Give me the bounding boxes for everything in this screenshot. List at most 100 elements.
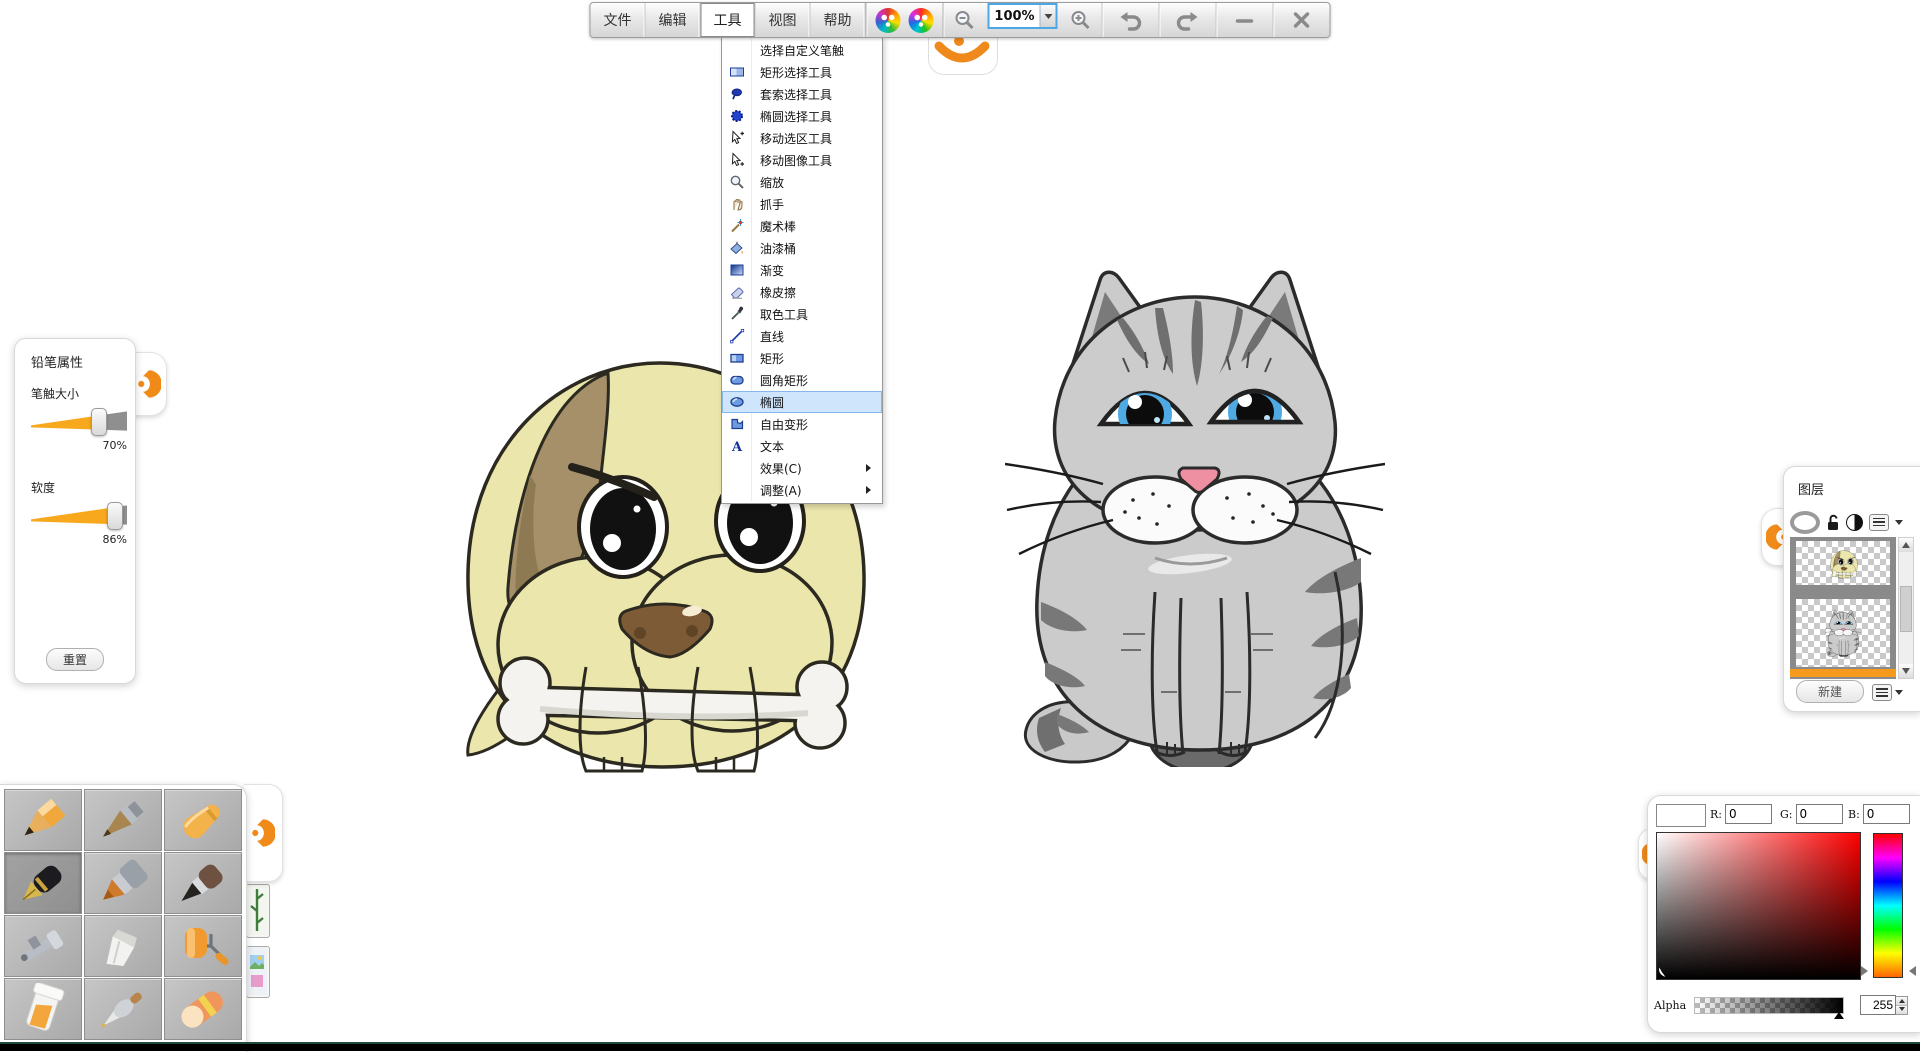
menu-button-tools[interactable]: 工具	[701, 3, 756, 37]
menu-button-file[interactable]: 文件	[591, 3, 646, 37]
brush-crayon[interactable]	[164, 789, 242, 851]
blue-input[interactable]	[1863, 804, 1910, 824]
zoom-in-button[interactable]	[1060, 3, 1102, 37]
menu-item-label: 矩形选择工具	[751, 64, 832, 81]
new-layer-button[interactable]: 新建	[1796, 680, 1864, 703]
menu-item-hand[interactable]: 抓手	[722, 193, 882, 215]
layers-menu-button[interactable]	[1872, 684, 1892, 701]
alpha-marker[interactable]	[1834, 1007, 1844, 1019]
hue-marker-right[interactable]	[1904, 966, 1916, 976]
layer-scrollbar[interactable]	[1898, 537, 1914, 679]
panel-handle[interactable]	[132, 352, 167, 416]
chevron-down-icon[interactable]	[1895, 520, 1903, 529]
hue-strip[interactable]	[1873, 833, 1903, 978]
brush-paint-roller[interactable]	[164, 915, 242, 977]
menu-item-move-image[interactable]: 移动图像工具	[722, 149, 882, 171]
saturation-value-square[interactable]	[1656, 832, 1861, 980]
undo-button[interactable]	[1102, 3, 1159, 37]
menu-item-color-picker[interactable]: 取色工具	[722, 303, 882, 325]
current-color-swatch[interactable]	[1656, 804, 1706, 827]
close-button[interactable]	[1273, 3, 1330, 37]
menu-item-adjust[interactable]: 调整(A)	[722, 479, 882, 501]
crayon-icon	[171, 794, 235, 846]
menu-item-eraser[interactable]: 橡皮擦	[722, 281, 882, 303]
opacity-icon[interactable]	[1846, 514, 1863, 531]
green-input[interactable]	[1796, 804, 1843, 824]
brush-eraser[interactable]	[164, 978, 242, 1040]
gradient-icon	[722, 262, 751, 278]
layers-panel: 图层 新建	[1783, 466, 1920, 712]
menu-item-rect-select[interactable]: 矩形选择工具	[722, 61, 882, 83]
brush-wood-pencil[interactable]	[84, 789, 162, 851]
layer-blend-menu-button[interactable]	[1869, 514, 1889, 531]
menu-item-gradient[interactable]: 渐变	[722, 259, 882, 281]
panel-handle[interactable]	[244, 784, 283, 882]
zoom-level-combobox[interactable]: 100%	[988, 3, 1058, 29]
menu-item-paint-bucket[interactable]: 油漆桶	[722, 237, 882, 259]
color-wheel-icon[interactable]	[909, 8, 934, 33]
zoom-level-value: 100%	[990, 9, 1040, 24]
menu-button-edit[interactable]: 编辑	[646, 3, 701, 37]
menu-item-custom-brush[interactable]: 选择自定义笔触	[722, 39, 882, 61]
brush-paint-tube[interactable]	[4, 978, 82, 1040]
lock-icon[interactable]	[1826, 514, 1840, 531]
magnifier-icon	[722, 174, 751, 190]
brush-picker-panel	[0, 784, 247, 1052]
brush-paint-brush[interactable]	[84, 852, 162, 914]
spinner-up-icon[interactable]	[1896, 997, 1907, 1006]
red-input[interactable]	[1725, 804, 1772, 824]
scrollbar-thumb[interactable]	[1900, 586, 1912, 632]
menu-button-view[interactable]: 视图	[756, 3, 811, 37]
menu-item-move-selection[interactable]: 移动选区工具	[722, 127, 882, 149]
brush-flat-brush[interactable]	[84, 915, 162, 977]
scroll-down-button[interactable]	[1899, 664, 1913, 678]
menu-item-zoom[interactable]: 缩放	[722, 171, 882, 193]
zoom-dropdown-arrow[interactable]	[1040, 5, 1056, 27]
menu-button-help[interactable]: 帮助	[811, 3, 866, 37]
alpha-spinner[interactable]	[1896, 996, 1908, 1015]
layer-thumbnail-dog[interactable]	[1796, 541, 1890, 585]
softness-slider[interactable]	[31, 503, 127, 527]
layer-thumbnail-cat[interactable]	[1796, 599, 1890, 667]
menu-item-text[interactable]: A文本	[722, 435, 882, 457]
drawing-canvas[interactable]	[0, 0, 1920, 1051]
minimize-button[interactable]	[1216, 3, 1273, 37]
ellipse-tool-indicator-icon[interactable]	[1790, 511, 1820, 534]
sumo-face-icon[interactable]	[876, 8, 901, 33]
menu-item-ellipse-select[interactable]: 椭圆选择工具	[722, 105, 882, 127]
brush-size-slider-block: 笔触大小70%	[31, 385, 127, 452]
fountain-pen-icon	[11, 857, 75, 909]
menu-item-magic-wand[interactable]: 魔术棒	[722, 215, 882, 237]
menu-item-label: 抓手	[751, 196, 784, 213]
preset-picture-button[interactable]	[246, 946, 270, 998]
menu-item-rounded-rect[interactable]: 圆角矩形	[722, 369, 882, 391]
menu-item-ellipse[interactable]: 椭圆	[722, 391, 882, 413]
preset-bamboo-button[interactable]	[246, 884, 270, 938]
alpha-slider[interactable]	[1694, 997, 1844, 1014]
spinner-down-icon[interactable]	[1896, 1006, 1907, 1014]
brush-ink-brush[interactable]	[164, 852, 242, 914]
alpha-input[interactable]	[1860, 995, 1896, 1015]
brush-pencil[interactable]	[4, 789, 82, 851]
slider-thumb[interactable]	[91, 408, 107, 436]
menu-item-rect[interactable]: 矩形	[722, 347, 882, 369]
brush-fountain-pen[interactable]	[4, 852, 82, 914]
scroll-up-button[interactable]	[1899, 538, 1913, 552]
hue-marker-left[interactable]	[1861, 966, 1873, 976]
chevron-down-icon[interactable]	[1895, 690, 1903, 699]
slider-thumb[interactable]	[107, 502, 123, 530]
menu-item-free-transform[interactable]: 自由变形	[722, 413, 882, 435]
slider-value: 70%	[31, 439, 127, 452]
menu-item-lasso-select[interactable]: 套索选择工具	[722, 83, 882, 105]
menu-item-label: 椭圆选择工具	[751, 108, 832, 125]
brush-airbrush[interactable]	[4, 915, 82, 977]
redo-button[interactable]	[1159, 3, 1216, 37]
reset-button[interactable]: 重置	[46, 648, 104, 671]
brush-size-slider[interactable]	[31, 409, 127, 433]
menu-item-effects[interactable]: 效果(C)	[722, 457, 882, 479]
brush-liner-brush[interactable]	[84, 978, 162, 1040]
zoom-out-button[interactable]	[944, 3, 986, 37]
menu-item-label: 渐变	[751, 262, 784, 279]
menu-item-line[interactable]: 直线	[722, 325, 882, 347]
menu-item-label: 油漆桶	[751, 240, 796, 257]
